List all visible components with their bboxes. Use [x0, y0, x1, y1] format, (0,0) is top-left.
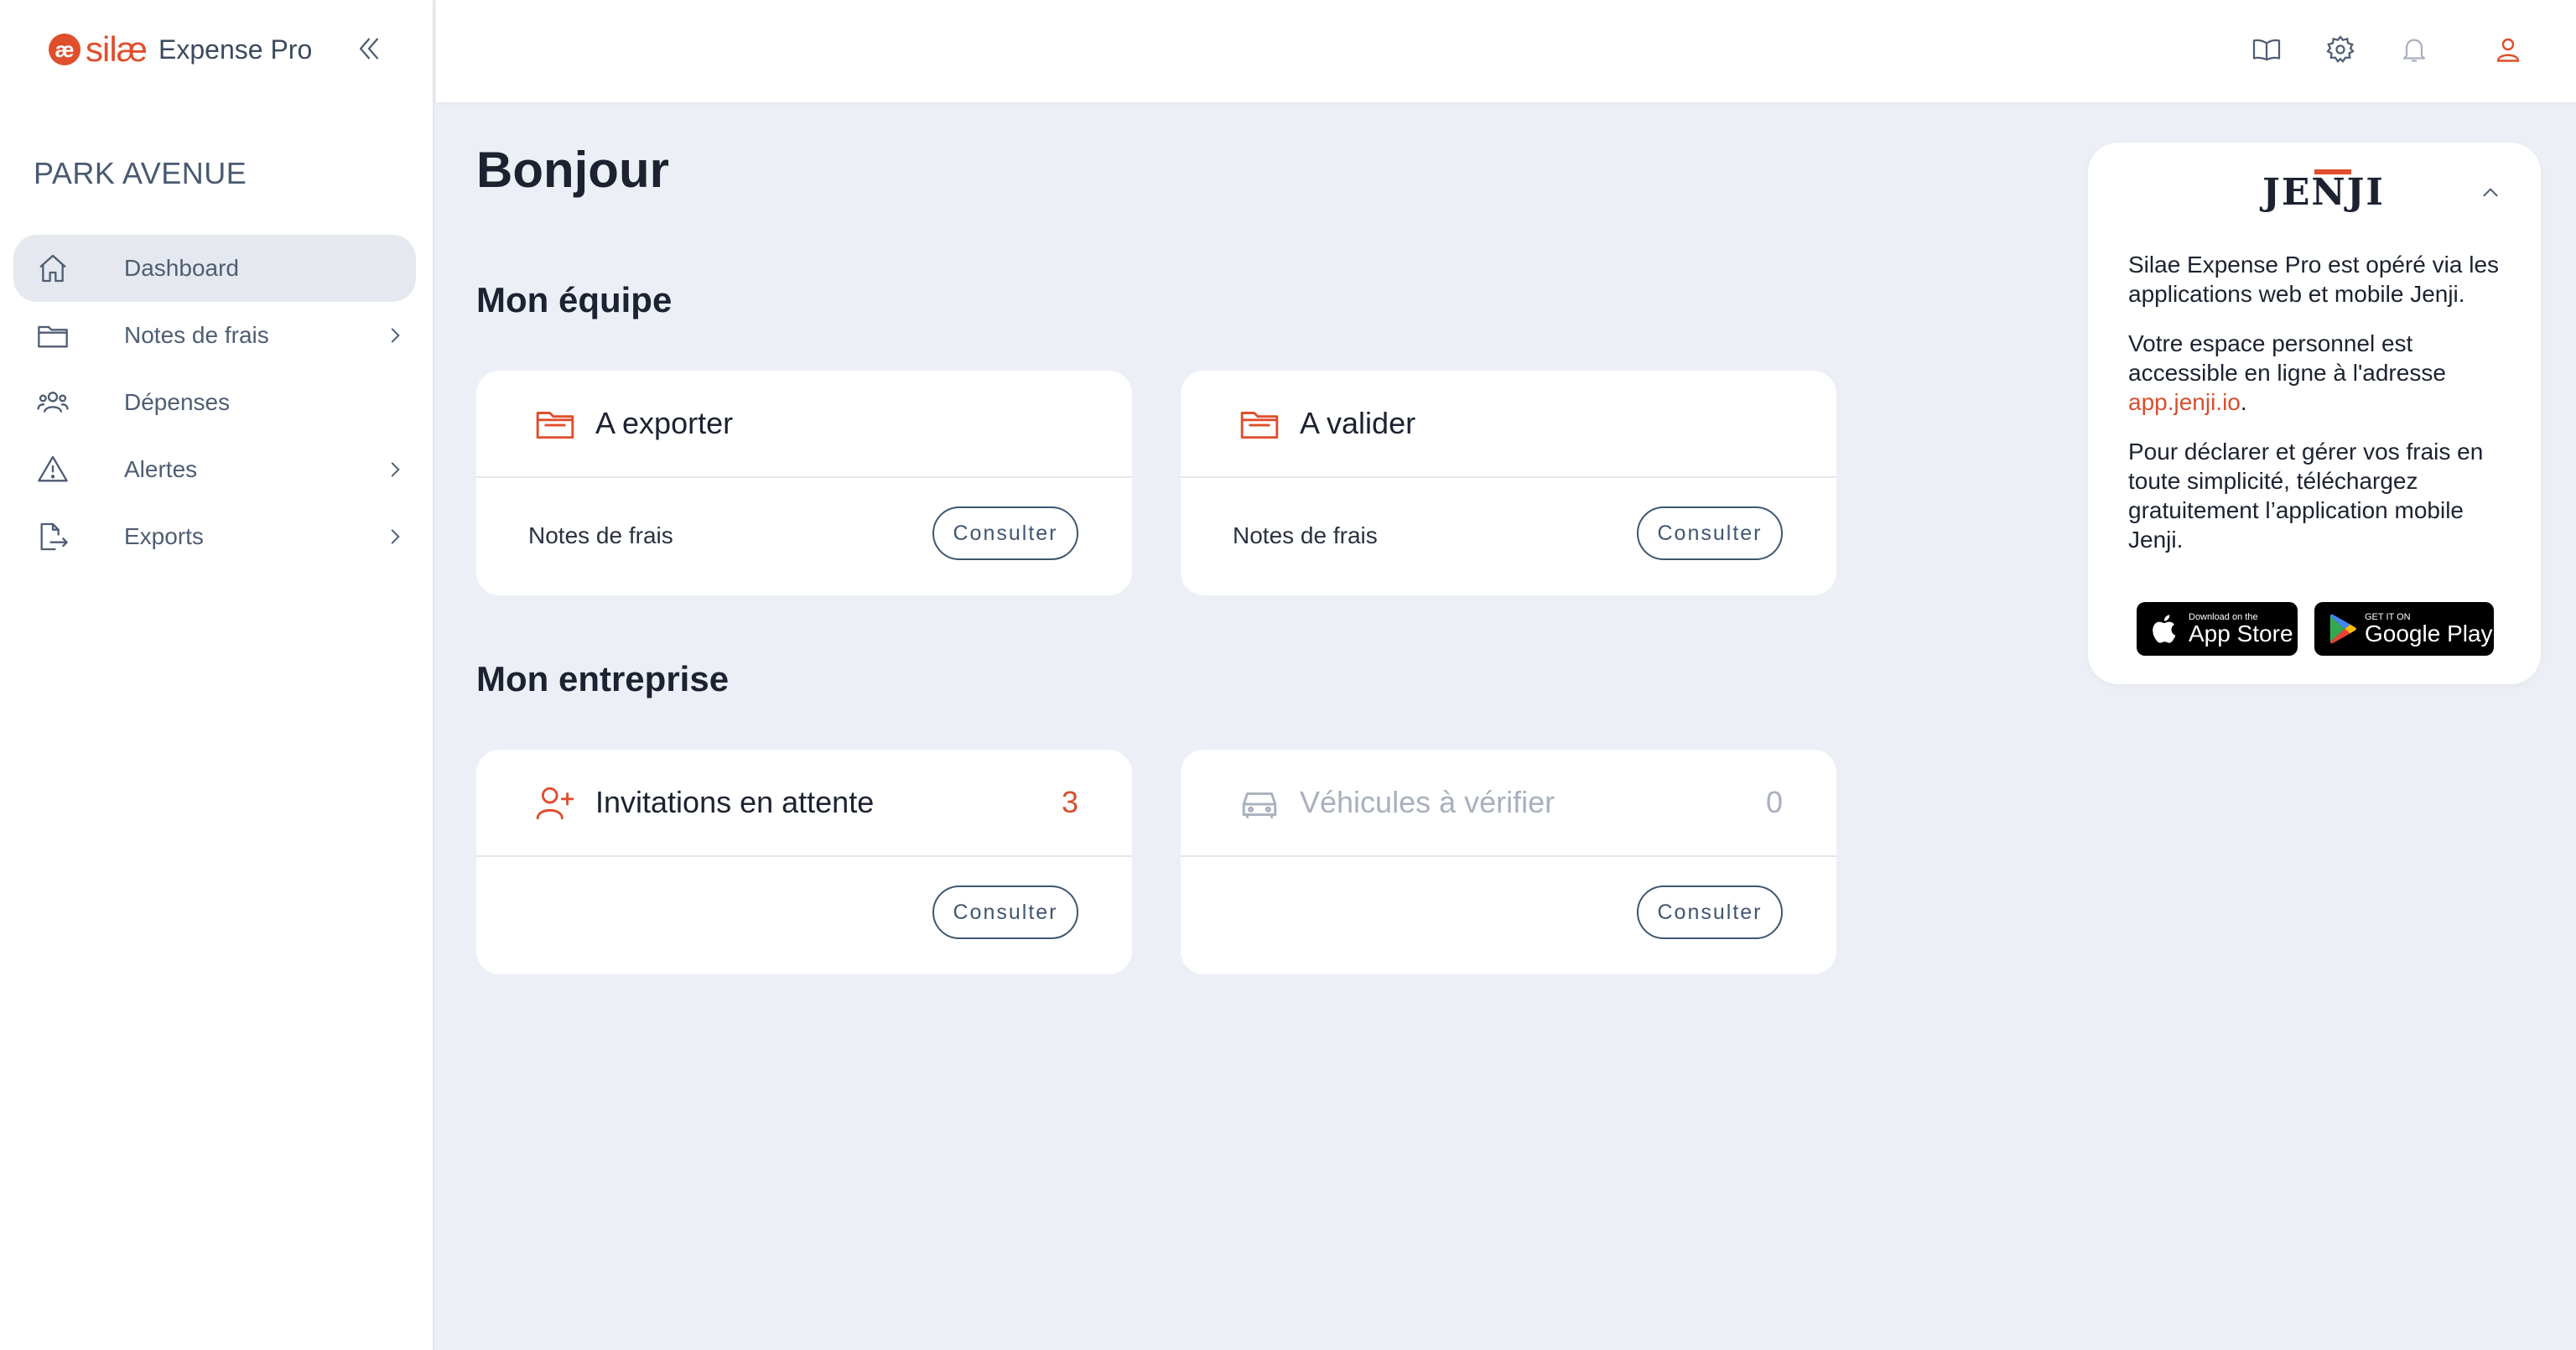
- collapse-sidebar-button[interactable]: [352, 30, 386, 67]
- count-badge: 3: [1061, 785, 1078, 819]
- sidebar-item-exports[interactable]: Exports: [13, 503, 416, 570]
- jenji-logo: JENJI: [2262, 169, 2385, 214]
- jenji-link[interactable]: app.jenji.io: [2128, 389, 2241, 415]
- card-a-exporter: A exporter Notes de frais Consulter: [476, 371, 1132, 595]
- consulter-button[interactable]: Consulter: [932, 506, 1078, 560]
- card-title: Invitations en attente: [595, 785, 875, 819]
- card-body: Notes de frais Consulter: [476, 478, 1132, 594]
- sidebar-item-label: Alertes: [124, 456, 198, 482]
- card-title: A exporter: [595, 406, 734, 440]
- sidebar-item-label: Notes de frais: [124, 322, 269, 348]
- card-a-valider: A valider Notes de frais Consulter: [1181, 371, 1836, 595]
- home-icon: [34, 249, 72, 288]
- card-body-text: Notes de frais: [1233, 522, 1378, 548]
- chevron-right-icon: [382, 323, 408, 348]
- company-name: PARK AVENUE: [34, 156, 247, 190]
- sidebar-item-depenses[interactable]: Dépenses: [13, 369, 416, 436]
- store-label: Download on the App Store: [2189, 612, 2293, 646]
- brand-name: silæ: [86, 29, 148, 69]
- store-label: GET IT ON Google Play: [2365, 612, 2493, 646]
- store-big-text: Google Play: [2365, 620, 2493, 646]
- jenji-text-segment: .: [2240, 389, 2247, 415]
- card-vehicules: Véhicules à vérifier 0 Consulter: [1181, 750, 1836, 974]
- card-title: Véhicules à vérifier: [1300, 785, 1555, 819]
- card-body-text: Notes de frais: [528, 522, 673, 548]
- app-store-badge[interactable]: Download on the App Store: [2137, 602, 2298, 656]
- sidebar-item-alertes[interactable]: Alertes: [13, 436, 416, 503]
- jenji-text-segment: Votre espace personnel est accessible en…: [2128, 330, 2446, 386]
- card-header: Véhicules à vérifier 0: [1181, 750, 1836, 857]
- consulter-button[interactable]: Consulter: [1637, 885, 1783, 939]
- card-invitations: Invitations en attente 3 Consulter: [476, 750, 1132, 974]
- book-icon[interactable]: [2247, 30, 2286, 69]
- top-bar: [436, 0, 2576, 102]
- folder-icon: [533, 402, 577, 445]
- sidebar-item-notes-de-frais[interactable]: Notes de frais: [13, 302, 416, 369]
- page-title: Bonjour: [476, 142, 669, 198]
- brand-product: Expense Pro: [158, 34, 313, 65]
- user-icon[interactable]: [2489, 30, 2527, 69]
- card-body: Consulter: [1181, 857, 1836, 973]
- consulter-button[interactable]: Consulter: [932, 885, 1078, 939]
- card-header: A valider: [1181, 371, 1836, 478]
- jenji-paragraph: Votre espace personnel est accessible en…: [2128, 329, 2514, 417]
- jenji-logo-text: JENJI: [2262, 171, 2385, 214]
- chevron-right-icon: [382, 457, 408, 482]
- google-play-icon: [2329, 614, 2356, 644]
- silae-logo-mark: æ: [49, 34, 80, 65]
- brand-logo[interactable]: æ silæ Expense Pro: [49, 29, 312, 70]
- count-badge: 0: [1765, 785, 1783, 819]
- sidebar-item-label: Dépenses: [124, 389, 231, 415]
- section-title-team: Mon équipe: [476, 280, 673, 319]
- consulter-button[interactable]: Consulter: [1637, 506, 1783, 560]
- sidebar-item-dashboard[interactable]: Dashboard: [13, 235, 416, 302]
- card-body: Notes de frais Consulter: [1181, 478, 1836, 594]
- bell-icon[interactable]: [2395, 30, 2433, 69]
- add-user-icon: [533, 781, 577, 824]
- folder-icon: [1238, 402, 1281, 445]
- section-title-company: Mon entreprise: [476, 659, 730, 698]
- export-icon: [34, 517, 72, 556]
- jenji-paragraph: Silae Expense Pro est opéré via les appl…: [2128, 252, 2500, 307]
- card-header: A exporter: [476, 371, 1132, 478]
- card-header: Invitations en attente 3: [476, 750, 1132, 857]
- chevron-up-icon: [2483, 188, 2498, 197]
- card-body: Consulter: [476, 857, 1132, 973]
- collapse-panel-button[interactable]: [2477, 179, 2504, 206]
- jenji-logo-accent: [2314, 169, 2351, 174]
- sidebar-item-label: Dashboard: [124, 255, 239, 281]
- users-icon: [34, 383, 72, 422]
- chevron-right-icon: [382, 524, 408, 549]
- jenji-description: Silae Expense Pro est opéré via les appl…: [2128, 250, 2514, 574]
- apple-icon: [2153, 615, 2176, 643]
- folder-icon: [34, 316, 72, 355]
- jenji-info-panel: JENJI Silae Expense Pro est opéré via le…: [2088, 143, 2541, 684]
- warning-icon: [34, 450, 72, 489]
- jenji-paragraph: Pour déclarer et gérer vos frais en tout…: [2128, 439, 2484, 553]
- store-big-text: App Store: [2189, 620, 2293, 646]
- card-title: A valider: [1300, 406, 1416, 440]
- car-icon: [1238, 781, 1281, 824]
- double-chevron-left-icon: [359, 38, 379, 60]
- google-play-badge[interactable]: GET IT ON Google Play: [2314, 602, 2494, 656]
- sidebar: æ silæ Expense Pro PARK AVENUE Dashboard…: [0, 0, 434, 1350]
- sidebar-nav: Dashboard Notes de frais Dépenses Alerte…: [13, 235, 416, 570]
- gear-icon[interactable]: [2321, 30, 2360, 69]
- sidebar-item-label: Exports: [124, 523, 204, 549]
